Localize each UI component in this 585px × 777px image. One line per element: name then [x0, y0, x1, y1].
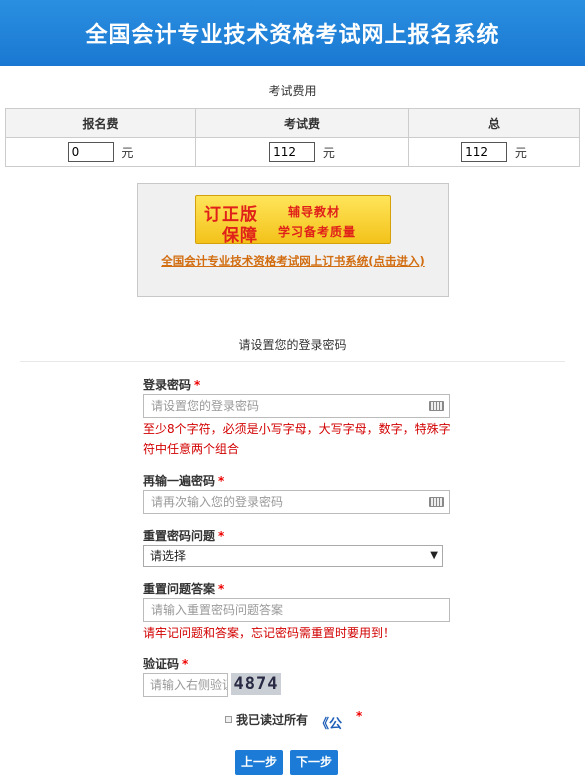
login-password-placeholder: 请设置您的登录密码: [151, 399, 260, 413]
book-order-box: 订正版 保障 辅导教材 学习备考质量 全国会计专业技术资格考试网上订书系统(点击…: [137, 183, 449, 297]
reset-answer-label: 重置问题答案 *: [143, 580, 224, 597]
agree-checkbox[interactable]: [225, 716, 232, 723]
reset-question-selected: 请选择: [150, 549, 187, 563]
reset-question-label-text: 重置密码问题: [143, 529, 216, 543]
total-fee-input[interactable]: [461, 142, 508, 162]
required-mark: *: [218, 582, 225, 596]
reset-question-select[interactable]: 请选择 ▼: [143, 545, 443, 567]
banner-text-2: 保障: [222, 226, 258, 246]
fee-header-row: 报名费 考试费 总: [5, 108, 580, 138]
confirm-password-input[interactable]: 请再次输入您的登录密码: [143, 490, 450, 514]
password-rule-hint: 至少8个字符，必须是小写字母，大写字母，数字，特殊字符中任意两个组合: [143, 422, 451, 456]
fee-cell-total: 元: [408, 137, 580, 167]
exam-fee-input[interactable]: [269, 142, 316, 162]
fee-col-exam: 考试费: [195, 108, 409, 138]
fee-unit: 元: [121, 145, 134, 160]
next-step-button[interactable]: 下一步: [290, 750, 338, 775]
captcha-image[interactable]: 4874: [231, 673, 281, 695]
fee-value-row: 元 元 元: [5, 137, 580, 167]
fee-unit: 元: [514, 145, 527, 160]
reset-answer-label-text: 重置问题答案: [143, 582, 216, 596]
keyboard-icon[interactable]: [429, 497, 444, 507]
banner-text-4: 学习备考质量: [278, 225, 357, 239]
login-password-label: 登录密码 *: [143, 376, 200, 393]
required-mark: *: [194, 378, 201, 392]
fee-cell-registration: 元: [5, 137, 196, 167]
captcha-label-text: 验证码: [143, 657, 180, 671]
password-section-title: 请设置您的登录密码: [238, 338, 347, 352]
agree-text: 我已读过所有: [236, 713, 309, 727]
book-order-link[interactable]: 全国会计专业技术资格考试网上订书系统(点击进入): [138, 253, 448, 269]
reset-answer-placeholder: 请输入重置密码问题答案: [151, 603, 284, 617]
fee-unit: 元: [322, 145, 335, 160]
reset-question-label: 重置密码问题 *: [143, 527, 224, 544]
chevron-down-icon: ▼: [430, 550, 438, 561]
required-mark: *: [218, 474, 225, 488]
confirm-password-placeholder: 请再次输入您的登录密码: [151, 495, 284, 509]
agreement-link[interactable]: 《公: [316, 713, 342, 732]
reset-answer-input[interactable]: 请输入重置密码问题答案: [143, 598, 450, 622]
required-mark: *: [356, 709, 363, 723]
prev-step-button[interactable]: 上一步: [235, 750, 283, 775]
confirm-password-label-text: 再输一遍密码: [143, 474, 216, 488]
captcha-placeholder: 请输入右侧验证码: [150, 678, 227, 692]
section-divider: [20, 361, 565, 362]
agree-row: 我已读过所有: [225, 711, 308, 728]
fee-table: 报名费 考试费 总 元 元 元: [5, 108, 580, 167]
captcha-input[interactable]: 请输入右侧验证码: [143, 673, 228, 697]
login-password-label-text: 登录密码: [143, 378, 192, 392]
required-mark: *: [218, 529, 225, 543]
registration-fee-input[interactable]: [67, 142, 114, 162]
captcha-label: 验证码 *: [143, 655, 188, 672]
keyboard-icon[interactable]: [429, 401, 444, 411]
banner-text-3: 辅导教材: [288, 205, 341, 219]
book-banner[interactable]: 订正版 保障 辅导教材 学习备考质量: [195, 195, 391, 246]
fee-col-registration: 报名费: [5, 108, 196, 138]
page-title: 全国会计专业技术资格考试网上报名系统: [85, 23, 500, 48]
header-bar: 全国会计专业技术资格考试网上报名系统: [0, 0, 585, 66]
required-mark: *: [182, 657, 189, 671]
confirm-password-label: 再输一遍密码 *: [143, 472, 224, 489]
login-password-input[interactable]: 请设置您的登录密码: [143, 394, 450, 418]
fee-col-total: 总: [408, 108, 580, 138]
answer-reminder-hint: 请牢记问题和答案，忘记密码需重置时要用到！: [143, 626, 396, 640]
fee-cell-exam: 元: [195, 137, 409, 167]
fee-section-title: 考试费用: [268, 84, 317, 98]
